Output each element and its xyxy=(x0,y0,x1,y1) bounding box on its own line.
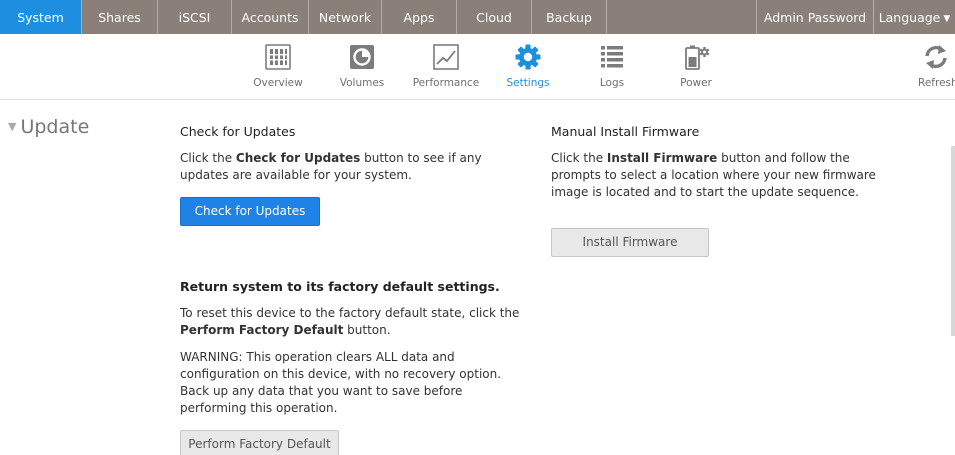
top-navigation-bar: System Shares iSCSI Accounts Network App… xyxy=(0,0,955,34)
factory-default-warning: WARNING: This operation clears ALL data … xyxy=(180,350,502,415)
section-title: Update xyxy=(20,116,90,138)
factory-desc-bold: Perform Factory Default xyxy=(180,323,344,337)
install-firmware-button[interactable]: Install Firmware xyxy=(551,228,709,257)
tab-apps[interactable]: Apps xyxy=(382,0,457,34)
tab-cloud[interactable]: Cloud xyxy=(457,0,532,34)
tab-accounts[interactable]: Accounts xyxy=(232,0,309,34)
language-label: Language xyxy=(878,10,941,25)
vertical-scrollbar[interactable] xyxy=(951,146,955,336)
admin-password-button[interactable]: Admin Password xyxy=(757,0,874,34)
language-menu[interactable]: Language ▼ xyxy=(874,0,955,34)
check-for-updates-button[interactable]: Check for Updates xyxy=(180,197,320,226)
overview-icon xyxy=(265,44,291,70)
tab-iscsi[interactable]: iSCSI xyxy=(158,0,232,34)
check-updates-desc-text: Click the xyxy=(180,151,236,165)
toolbar-performance[interactable]: Performance xyxy=(406,34,486,98)
factory-default-panel: Return system to its factory default set… xyxy=(180,278,520,455)
toolbar-logs-label: Logs xyxy=(599,77,625,89)
check-updates-heading: Check for Updates xyxy=(180,124,296,139)
manual-install-desc-text: Click the xyxy=(551,151,607,165)
refresh-button[interactable]: Refresh xyxy=(912,34,955,98)
refresh-label: Refresh xyxy=(918,77,955,89)
toolbar-volumes[interactable]: Volumes xyxy=(324,34,400,98)
settings-toolbar: Overview Volumes Performance Settings Lo… xyxy=(0,34,955,98)
tab-shares[interactable]: Shares xyxy=(82,0,158,34)
performance-icon xyxy=(433,44,459,70)
section-update-toggle[interactable]: ▼ Update xyxy=(8,116,89,138)
factory-desc-text-end: button. xyxy=(343,323,391,337)
power-icon xyxy=(685,45,710,70)
check-updates-panel: Check for Updates Click the Check for Up… xyxy=(180,123,520,226)
volumes-icon xyxy=(350,45,374,69)
manual-install-desc-bold: Install Firmware xyxy=(606,151,718,165)
toolbar-divider xyxy=(0,99,955,100)
toolbar-logs[interactable]: Logs xyxy=(584,34,640,98)
factory-desc-text: To reset this device to the factory defa… xyxy=(180,306,520,320)
toolbar-overview-label: Overview xyxy=(253,77,303,89)
toolbar-power[interactable]: Power xyxy=(670,34,722,98)
manual-install-panel: Manual Install Firmware Click the Instal… xyxy=(551,123,891,257)
toolbar-overview[interactable]: Overview xyxy=(240,34,316,98)
collapse-triangle-icon: ▼ xyxy=(8,120,17,133)
toolbar-settings-label: Settings xyxy=(506,77,550,89)
toolbar-volumes-label: Volumes xyxy=(339,77,385,89)
tab-network[interactable]: Network xyxy=(309,0,382,34)
settings-icon xyxy=(515,44,541,70)
toolbar-settings[interactable]: Settings xyxy=(495,34,561,98)
refresh-icon xyxy=(925,45,947,69)
tab-system[interactable]: System xyxy=(0,0,82,34)
perform-factory-default-button[interactable]: Perform Factory Default xyxy=(180,430,339,455)
tab-backup[interactable]: Backup xyxy=(532,0,607,34)
nav-spacer xyxy=(607,0,757,34)
chevron-down-icon: ▼ xyxy=(943,14,951,24)
toolbar-power-label: Power xyxy=(680,77,712,89)
manual-install-description: Click the Install Firmware button and fo… xyxy=(551,150,891,201)
check-updates-desc-bold: Check for Updates xyxy=(235,151,361,165)
logs-icon xyxy=(601,46,623,68)
toolbar-performance-label: Performance xyxy=(412,77,480,89)
factory-default-heading: Return system to its factory default set… xyxy=(180,279,500,294)
check-updates-description: Click the Check for Updates button to se… xyxy=(180,150,520,184)
manual-install-heading: Manual Install Firmware xyxy=(551,124,700,139)
factory-default-description: To reset this device to the factory defa… xyxy=(180,305,520,339)
